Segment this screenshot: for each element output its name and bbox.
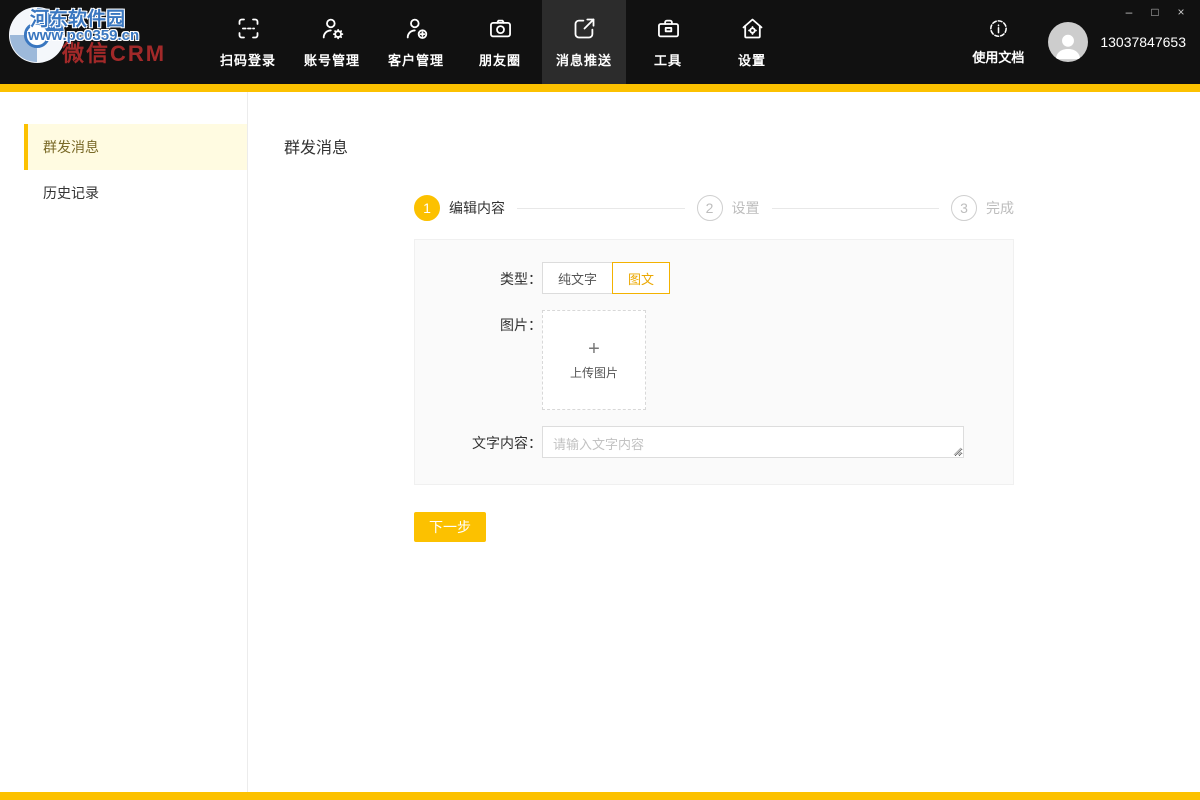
next-step-button[interactable]: 下一步	[414, 512, 486, 542]
step-connector	[772, 208, 940, 209]
content-area: 群发消息 历史记录 群发消息 1 编辑内容 2 设置	[0, 92, 1200, 792]
nav-item-tools[interactable]: 工具	[626, 0, 710, 84]
step-label: 编辑内容	[449, 198, 505, 218]
image-label: 图片：	[415, 310, 542, 410]
nav-label: 扫码登录	[220, 50, 276, 69]
stepper: 1 编辑内容 2 设置 3 完成	[414, 195, 1014, 221]
step-connector	[517, 208, 685, 209]
top-bar: 河东软件园 www.pc0359.cn 微信CRM 扫码登录	[0, 0, 1200, 84]
nav-label: 设置	[738, 50, 766, 69]
logo-zone: 河东软件园 www.pc0359.cn 微信CRM	[0, 0, 206, 84]
maximize-button[interactable]: □	[1144, 3, 1166, 21]
step-number: 3	[951, 195, 977, 221]
sidebar: 群发消息 历史记录	[0, 92, 248, 792]
plus-icon: +	[588, 339, 600, 359]
minimize-button[interactable]: –	[1118, 3, 1140, 21]
moments-camera-icon	[487, 15, 514, 42]
accent-strip-bottom	[0, 792, 1200, 800]
watermark-app-name: 微信CRM	[62, 36, 166, 68]
step-label: 设置	[732, 198, 760, 218]
account-manage-icon	[319, 15, 346, 42]
text-content-row: 文字内容：	[415, 426, 1013, 458]
sidebar-item-mass-message[interactable]: 群发消息	[24, 124, 247, 170]
docs-label: 使用文档	[972, 47, 1024, 66]
nav-item-customer-manage[interactable]: 客户管理	[374, 0, 458, 84]
image-row: 图片： + 上传图片	[415, 310, 1013, 410]
user-phone-number: 13037847653	[1100, 34, 1186, 50]
upload-image-label: 上传图片	[570, 364, 618, 381]
qr-scan-icon	[235, 15, 262, 42]
page-title: 群发消息	[284, 134, 1200, 158]
nav-item-scan-login[interactable]: 扫码登录	[206, 0, 290, 84]
user-avatar[interactable]	[1048, 22, 1088, 62]
nav-label: 工具	[654, 50, 682, 69]
type-label: 类型：	[415, 262, 542, 294]
docs-button[interactable]: 使用文档	[972, 18, 1024, 66]
step-settings: 2 设置	[697, 195, 760, 221]
message-push-icon	[571, 15, 598, 42]
upload-image-button[interactable]: + 上传图片	[542, 310, 646, 410]
settings-icon	[739, 15, 766, 42]
nav-item-account-manage[interactable]: 账号管理	[290, 0, 374, 84]
accent-strip-top	[0, 84, 1200, 92]
app-window: 河东软件园 www.pc0359.cn 微信CRM 扫码登录	[0, 0, 1200, 800]
nav-item-message-push[interactable]: 消息推送	[542, 0, 626, 84]
top-nav: 扫码登录 账号管理 客户管理	[206, 0, 794, 84]
type-plain-text-button[interactable]: 纯文字	[542, 262, 613, 294]
window-controls: – □ ×	[1118, 3, 1192, 21]
nav-label: 朋友圈	[479, 50, 521, 69]
tools-icon	[655, 15, 682, 42]
nav-label: 消息推送	[556, 50, 612, 69]
sidebar-item-history[interactable]: 历史记录	[24, 170, 247, 216]
type-button-group: 纯文字 图文	[542, 262, 670, 294]
step-number: 2	[697, 195, 723, 221]
sidebar-item-label: 群发消息	[43, 137, 99, 157]
text-content-input[interactable]	[542, 426, 964, 458]
text-content-label: 文字内容：	[415, 426, 542, 458]
nav-item-moments[interactable]: 朋友圈	[458, 0, 542, 84]
sidebar-item-label: 历史记录	[43, 183, 99, 203]
info-icon	[987, 18, 1010, 41]
customer-manage-icon	[403, 15, 430, 42]
type-image-text-button[interactable]: 图文	[612, 262, 670, 294]
step-finish: 3 完成	[951, 195, 1014, 221]
step-label: 完成	[986, 198, 1014, 218]
main-panel: 群发消息 1 编辑内容 2 设置 3 完成	[248, 92, 1200, 792]
nav-item-settings[interactable]: 设置	[710, 0, 794, 84]
nav-label: 账号管理	[304, 50, 360, 69]
avatar-person-icon	[1051, 28, 1085, 62]
message-form-panel: 类型： 纯文字 图文 图片： + 上传图片 文字内容：	[414, 239, 1014, 485]
text-content-wrapper	[542, 426, 964, 458]
nav-label: 客户管理	[388, 50, 444, 69]
close-button[interactable]: ×	[1170, 3, 1192, 21]
step-edit-content: 1 编辑内容	[414, 195, 505, 221]
step-number: 1	[414, 195, 440, 221]
type-row: 类型： 纯文字 图文	[415, 262, 1013, 294]
